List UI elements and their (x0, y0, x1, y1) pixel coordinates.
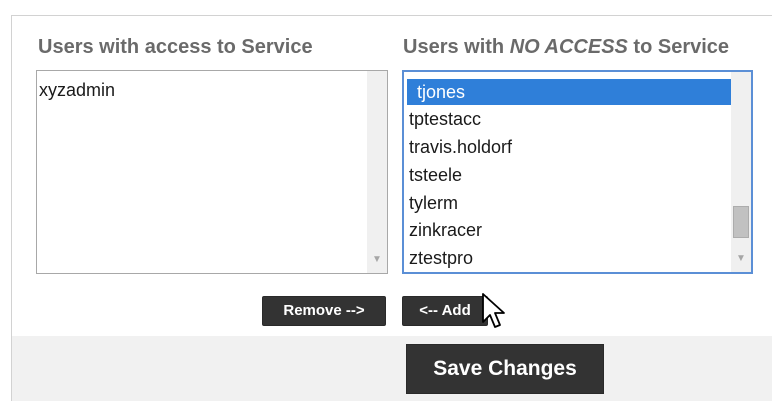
access-users-listbox[interactable]: xyzadmin ▼ (36, 70, 388, 274)
save-changes-button[interactable]: Save Changes (406, 344, 604, 394)
chevron-down-icon[interactable]: ▼ (367, 253, 387, 267)
scrollbar-thumb[interactable] (733, 206, 749, 238)
list-item[interactable]: tsteele (407, 162, 462, 188)
access-list-heading: Users with access to Service (38, 36, 313, 58)
list-item[interactable]: xyzadmin (37, 77, 115, 103)
list-item[interactable]: ztestpro (407, 245, 473, 271)
list-item-selected[interactable]: tjones (407, 79, 732, 105)
mouse-pointer-icon (482, 293, 505, 328)
list-item[interactable]: tylerm (407, 190, 458, 216)
no-access-list-scrollbar[interactable]: ▼ (731, 72, 751, 272)
list-item[interactable]: zinkracer (407, 217, 482, 243)
chevron-down-icon[interactable]: ▼ (731, 252, 751, 266)
list-item[interactable]: travis.holdorf (407, 134, 512, 160)
add-button[interactable]: <-- Add (402, 296, 488, 326)
no-access-list-heading: Users with NO ACCESS to Service (403, 36, 730, 58)
action-bar (12, 336, 772, 401)
access-list-scrollbar[interactable]: ▼ (367, 71, 387, 273)
list-item[interactable]: tptestacc (407, 106, 481, 132)
no-access-users-listbox[interactable]: tjones tptestacc travis.holdorf tsteele … (402, 70, 753, 274)
remove-button[interactable]: Remove --> (262, 296, 386, 326)
